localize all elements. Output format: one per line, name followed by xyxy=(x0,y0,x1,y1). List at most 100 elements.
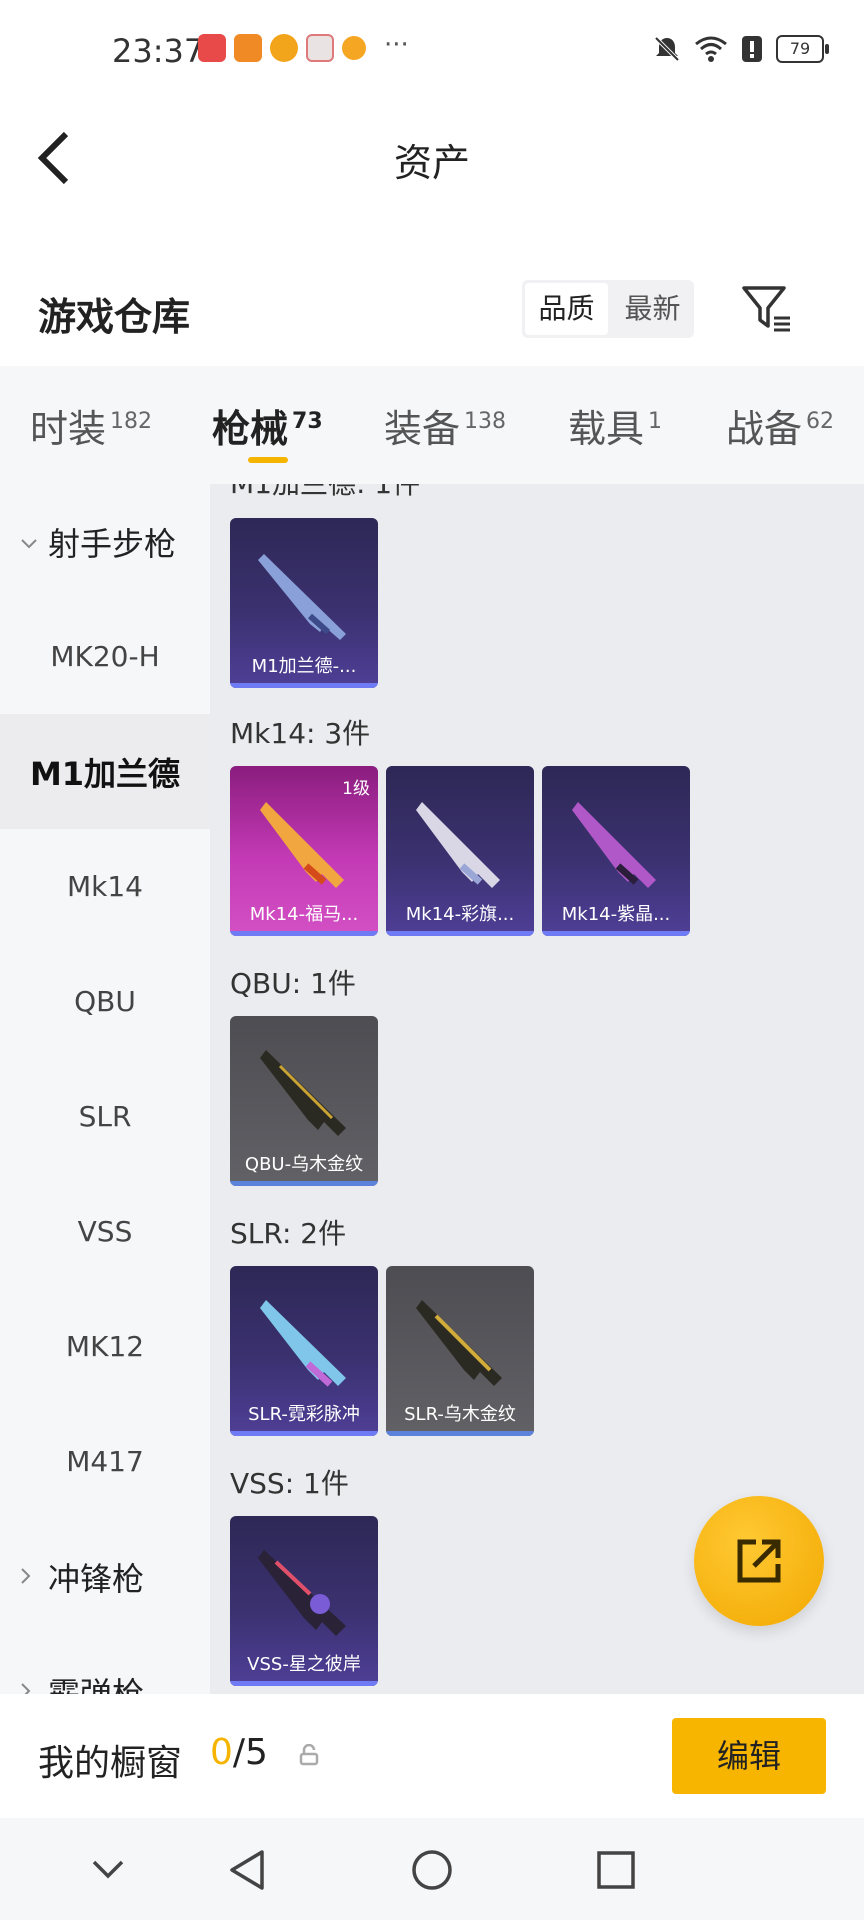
showcase-count: 0/5 xyxy=(210,1732,268,1773)
sidebar-category-smg[interactable]: 冲锋枪 xyxy=(0,1519,210,1634)
status-time: 23:37 xyxy=(112,32,205,70)
page-title: 资产 xyxy=(393,141,470,185)
filter-icon[interactable] xyxy=(740,282,792,334)
app-target-icon xyxy=(270,34,298,62)
weapon-name: Mk14-彩旗... xyxy=(405,904,515,925)
tab-label: 战备 xyxy=(726,407,803,451)
weapon-card[interactable]: Mk14-紫晶... xyxy=(542,766,690,936)
rifle-icon xyxy=(416,1300,502,1386)
tab-count: 73 xyxy=(292,409,323,435)
app-box-icon xyxy=(306,34,334,62)
weapon-card[interactable]: VSS-星之彼岸 xyxy=(230,1516,378,1686)
chevron-right-icon xyxy=(20,1677,38,1694)
weapon-name: VSS-星之彼岸 xyxy=(247,1654,361,1675)
sidebar-item-m1-garand[interactable]: M1加兰德 xyxy=(0,714,210,829)
group-label-slr: SLR: 2件 xyxy=(230,1217,347,1250)
sidebar-item-vss[interactable]: VSS xyxy=(0,1174,210,1289)
rarity-bar xyxy=(230,1431,378,1436)
rarity-bar xyxy=(542,931,690,936)
group-label-mk14: Mk14: 3件 xyxy=(230,717,371,750)
active-tab-indicator xyxy=(248,457,288,463)
tab-label: 装备 xyxy=(384,407,461,451)
weapon-card[interactable]: SLR-霓彩脉冲 xyxy=(230,1266,378,1436)
rifle-icon xyxy=(258,1550,346,1636)
sidebar-item-slr[interactable]: SLR xyxy=(0,1059,210,1174)
weapon-card[interactable]: M1加兰德-... xyxy=(230,518,378,688)
sidebar-item-mk12[interactable]: MK12 xyxy=(0,1289,210,1404)
chevron-down-icon xyxy=(20,527,38,557)
sort-newest-button[interactable]: 最新 xyxy=(611,280,694,338)
tab-vehicles[interactable]: 载具 1 xyxy=(568,398,662,453)
recents-square-icon[interactable] xyxy=(594,1848,638,1892)
sort-quality-button[interactable]: 品质 xyxy=(525,283,608,335)
share-fab-button[interactable] xyxy=(694,1496,824,1626)
chevron-right-icon xyxy=(20,1562,38,1592)
group-label-vss: VSS: 1件 xyxy=(230,1467,349,1500)
tab-count: 138 xyxy=(464,409,507,435)
hide-keyboard-icon[interactable] xyxy=(88,1854,128,1884)
rifle-icon xyxy=(258,554,346,640)
rifle-icon xyxy=(260,1300,346,1387)
section-title: 游戏仓库 xyxy=(38,295,191,339)
tab-count: 62 xyxy=(806,409,835,435)
tab-weapons[interactable]: 枪械 73 xyxy=(212,398,323,453)
status-bar: 23:37 ··· 79 xyxy=(0,0,864,104)
weapon-card[interactable]: Mk14-彩旗... xyxy=(386,766,534,936)
tab-supplies[interactable]: 战备 62 xyxy=(726,398,834,453)
warehouse-header: 游戏仓库 品质 最新 xyxy=(0,260,864,370)
group-label-m1: M1加兰德: 1件 xyxy=(230,484,420,502)
sidebar-category-label: 霰弹枪 xyxy=(48,1674,145,1695)
lock-icon xyxy=(299,1744,319,1766)
weapon-name: Mk14-福马... xyxy=(249,904,359,925)
sort-toggle: 品质 最新 xyxy=(522,280,694,338)
share-icon xyxy=(737,1539,781,1583)
tab-label: 枪械 xyxy=(212,407,289,451)
showcase-label: 我的橱窗 xyxy=(38,1743,183,1784)
app-fire-icon xyxy=(342,36,366,60)
weapon-name: SLR-乌木金纹 xyxy=(404,1404,516,1425)
weapon-name: QBU-乌木金纹 xyxy=(244,1154,364,1175)
sidebar-category-label: 冲锋枪 xyxy=(48,1559,145,1598)
back-triangle-icon[interactable] xyxy=(226,1848,270,1892)
rarity-bar xyxy=(386,1431,534,1436)
sidebar-item-mk14[interactable]: Mk14 xyxy=(0,829,210,944)
dnd-icon xyxy=(654,36,680,62)
alert-icon xyxy=(742,36,762,62)
app-red-icon xyxy=(198,34,226,62)
tab-equipment[interactable]: 装备 138 xyxy=(384,398,506,453)
sidebar-item-mk20h[interactable]: MK20-H xyxy=(0,599,210,714)
battery-icon: 79 xyxy=(776,35,829,63)
wifi-icon xyxy=(695,36,727,62)
rarity-bar xyxy=(230,1181,378,1186)
rifle-icon xyxy=(260,1050,346,1136)
home-circle-icon[interactable] xyxy=(410,1848,454,1892)
showcase-total: /5 xyxy=(232,1732,268,1773)
weapon-name: M1加兰德-... xyxy=(251,656,357,677)
tab-outfits[interactable]: 时装 182 xyxy=(30,398,152,453)
app-orange-icon xyxy=(234,34,262,62)
rarity-bar xyxy=(230,683,378,688)
edit-button[interactable]: 编辑 xyxy=(672,1718,826,1794)
category-tabs: 时装 182 枪械 73 装备 138 载具 1 战备 62 xyxy=(0,366,864,484)
weapon-card[interactable]: QBU-乌木金纹 xyxy=(230,1016,378,1186)
weapon-card[interactable]: 1级 Mk14-福马... xyxy=(230,766,378,936)
sidebar-category-label: 射手步枪 xyxy=(48,524,177,563)
weapon-card[interactable]: SLR-乌木金纹 xyxy=(386,1266,534,1436)
rarity-bar xyxy=(386,931,534,936)
sidebar-category-shotgun[interactable]: 霰弹枪 xyxy=(0,1634,210,1694)
rifle-icon xyxy=(572,802,656,888)
rifle-icon xyxy=(260,802,344,888)
rarity-bar xyxy=(230,1681,378,1686)
sidebar-item-m417[interactable]: M417 xyxy=(0,1404,210,1519)
tab-label: 载具 xyxy=(568,407,645,451)
group-label-qbu: QBU: 1件 xyxy=(230,967,356,1000)
sidebar-item-qbu[interactable]: QBU xyxy=(0,944,210,1059)
weapon-type-sidebar: 射手步枪 MK20-H M1加兰德 Mk14 QBU SLR VSS MK12 … xyxy=(0,484,210,1694)
rifle-icon xyxy=(416,802,500,888)
showcase-current: 0 xyxy=(210,1732,233,1773)
sidebar-category-dmr[interactable]: 射手步枪 xyxy=(0,484,210,599)
nav-header: 资产 xyxy=(0,104,864,214)
weapon-name: Mk14-紫晶... xyxy=(561,904,671,925)
rarity-bar xyxy=(230,931,378,936)
tab-label: 时装 xyxy=(30,407,107,451)
